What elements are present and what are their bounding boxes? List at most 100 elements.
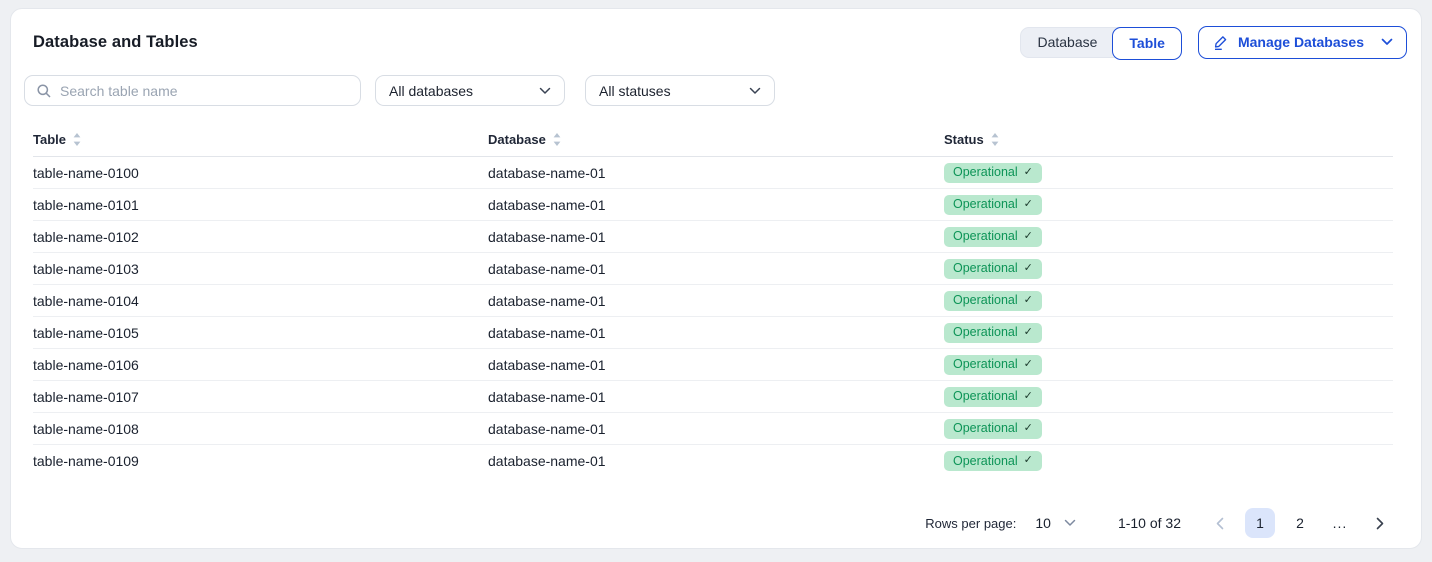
status-cell: Operational ✓ [944,323,1393,343]
page-title: Database and Tables [33,33,198,52]
status-filter-value: All statuses [599,83,671,99]
search-input[interactable] [60,83,350,99]
status-badge-label: Operational [953,421,1018,436]
table-row[interactable]: table-name-0102 database-name-01 Operati… [33,221,1393,253]
table-header-row: Table Database Status [33,132,1393,157]
table-row[interactable]: table-name-0103 database-name-01 Operati… [33,253,1393,285]
status-badge: Operational ✓ [944,291,1042,311]
table-name-cell: table-name-0102 [33,229,488,245]
view-toggle: Database Table [1020,27,1181,58]
database-name-cell: database-name-01 [488,165,944,181]
table-row[interactable]: table-name-0101 database-name-01 Operati… [33,189,1393,221]
chevron-down-icon [539,87,551,95]
status-badge-label: Operational [953,293,1018,308]
table-name-cell: table-name-0106 [33,357,488,373]
page-button-2[interactable]: 2 [1285,508,1315,538]
status-filter-select[interactable]: All statuses [585,75,775,106]
table-name-cell: table-name-0103 [33,261,488,277]
pagination-range-text: 1-10 of 32 [1118,515,1181,531]
column-header-status[interactable]: Status [944,132,1393,147]
check-icon: ✓ [1024,326,1033,339]
database-filter-select[interactable]: All databases [375,75,565,106]
status-cell: Operational ✓ [944,227,1393,247]
page-button-1[interactable]: 1 [1245,508,1275,538]
table-name-cell: table-name-0101 [33,197,488,213]
table-name-cell: table-name-0104 [33,293,488,309]
rows-per-page-value: 10 [1035,515,1051,531]
status-cell: Operational ✓ [944,451,1393,471]
column-header-status-label: Status [944,132,984,147]
previous-page-button[interactable] [1205,508,1235,538]
column-header-database-label: Database [488,132,546,147]
check-icon: ✓ [1024,390,1033,403]
status-cell: Operational ✓ [944,387,1393,407]
status-badge-label: Operational [953,261,1018,276]
table-name-cell: table-name-0100 [33,165,488,181]
status-cell: Operational ✓ [944,419,1393,439]
header-actions: Database Table Manage Databases [1020,26,1407,59]
column-header-table[interactable]: Table [33,132,488,147]
table-row[interactable]: table-name-0105 database-name-01 Operati… [33,317,1393,349]
next-page-button[interactable] [1365,508,1395,538]
tables-table: Table Database Status table-name-0100 da… [33,132,1393,477]
status-badge: Operational ✓ [944,195,1042,215]
check-icon: ✓ [1024,294,1033,307]
sort-icon [553,133,561,146]
view-toggle-table[interactable]: Table [1112,27,1182,60]
chevron-down-icon [749,87,761,95]
table-row[interactable]: table-name-0109 database-name-01 Operati… [33,445,1393,477]
status-badge-label: Operational [953,325,1018,340]
status-cell: Operational ✓ [944,163,1393,183]
chevron-down-icon [1064,519,1076,527]
view-toggle-database[interactable]: Database [1021,28,1113,57]
chevron-left-icon [1216,517,1224,530]
sort-icon [73,133,81,146]
check-icon: ✓ [1024,230,1033,243]
card-header: Database and Tables Database Table Manag… [11,9,1421,58]
check-icon: ✓ [1024,358,1033,371]
database-name-cell: database-name-01 [488,261,944,277]
database-name-cell: database-name-01 [488,293,944,309]
status-badge-label: Operational [953,357,1018,372]
status-badge: Operational ✓ [944,259,1042,279]
table-row[interactable]: table-name-0107 database-name-01 Operati… [33,381,1393,413]
database-name-cell: database-name-01 [488,389,944,405]
check-icon: ✓ [1024,454,1033,467]
database-name-cell: database-name-01 [488,453,944,469]
table-row[interactable]: table-name-0108 database-name-01 Operati… [33,413,1393,445]
status-badge-label: Operational [953,454,1018,469]
check-icon: ✓ [1024,166,1033,179]
manage-databases-button[interactable]: Manage Databases [1198,26,1407,59]
status-badge: Operational ✓ [944,451,1042,471]
status-badge: Operational ✓ [944,355,1042,375]
status-badge-label: Operational [953,229,1018,244]
status-badge-label: Operational [953,165,1018,180]
status-badge: Operational ✓ [944,227,1042,247]
pagination-bar: Rows per page: 10 1-10 of 32 1 2 ... [11,508,1395,538]
rows-per-page-label: Rows per page: [925,516,1016,531]
status-cell: Operational ✓ [944,195,1393,215]
database-name-cell: database-name-01 [488,325,944,341]
database-name-cell: database-name-01 [488,421,944,437]
database-name-cell: database-name-01 [488,229,944,245]
status-badge: Operational ✓ [944,163,1042,183]
manage-databases-label: Manage Databases [1238,34,1364,50]
table-row[interactable]: table-name-0100 database-name-01 Operati… [33,157,1393,189]
column-header-table-label: Table [33,132,66,147]
database-tables-card: Database and Tables Database Table Manag… [10,8,1422,549]
status-badge: Operational ✓ [944,387,1042,407]
check-icon: ✓ [1024,198,1033,211]
database-filter-value: All databases [389,83,473,99]
table-name-cell: table-name-0107 [33,389,488,405]
search-icon [36,83,52,99]
table-row[interactable]: table-name-0104 database-name-01 Operati… [33,285,1393,317]
table-row[interactable]: table-name-0106 database-name-01 Operati… [33,349,1393,381]
chevron-down-icon [1381,38,1393,46]
column-header-database[interactable]: Database [488,132,944,147]
search-box[interactable] [24,75,361,106]
status-badge-label: Operational [953,197,1018,212]
status-badge: Operational ✓ [944,419,1042,439]
rows-per-page-select[interactable]: 10 [1035,515,1076,531]
filter-bar: All databases All statuses [24,75,1421,106]
page-ellipsis[interactable]: ... [1325,508,1355,538]
